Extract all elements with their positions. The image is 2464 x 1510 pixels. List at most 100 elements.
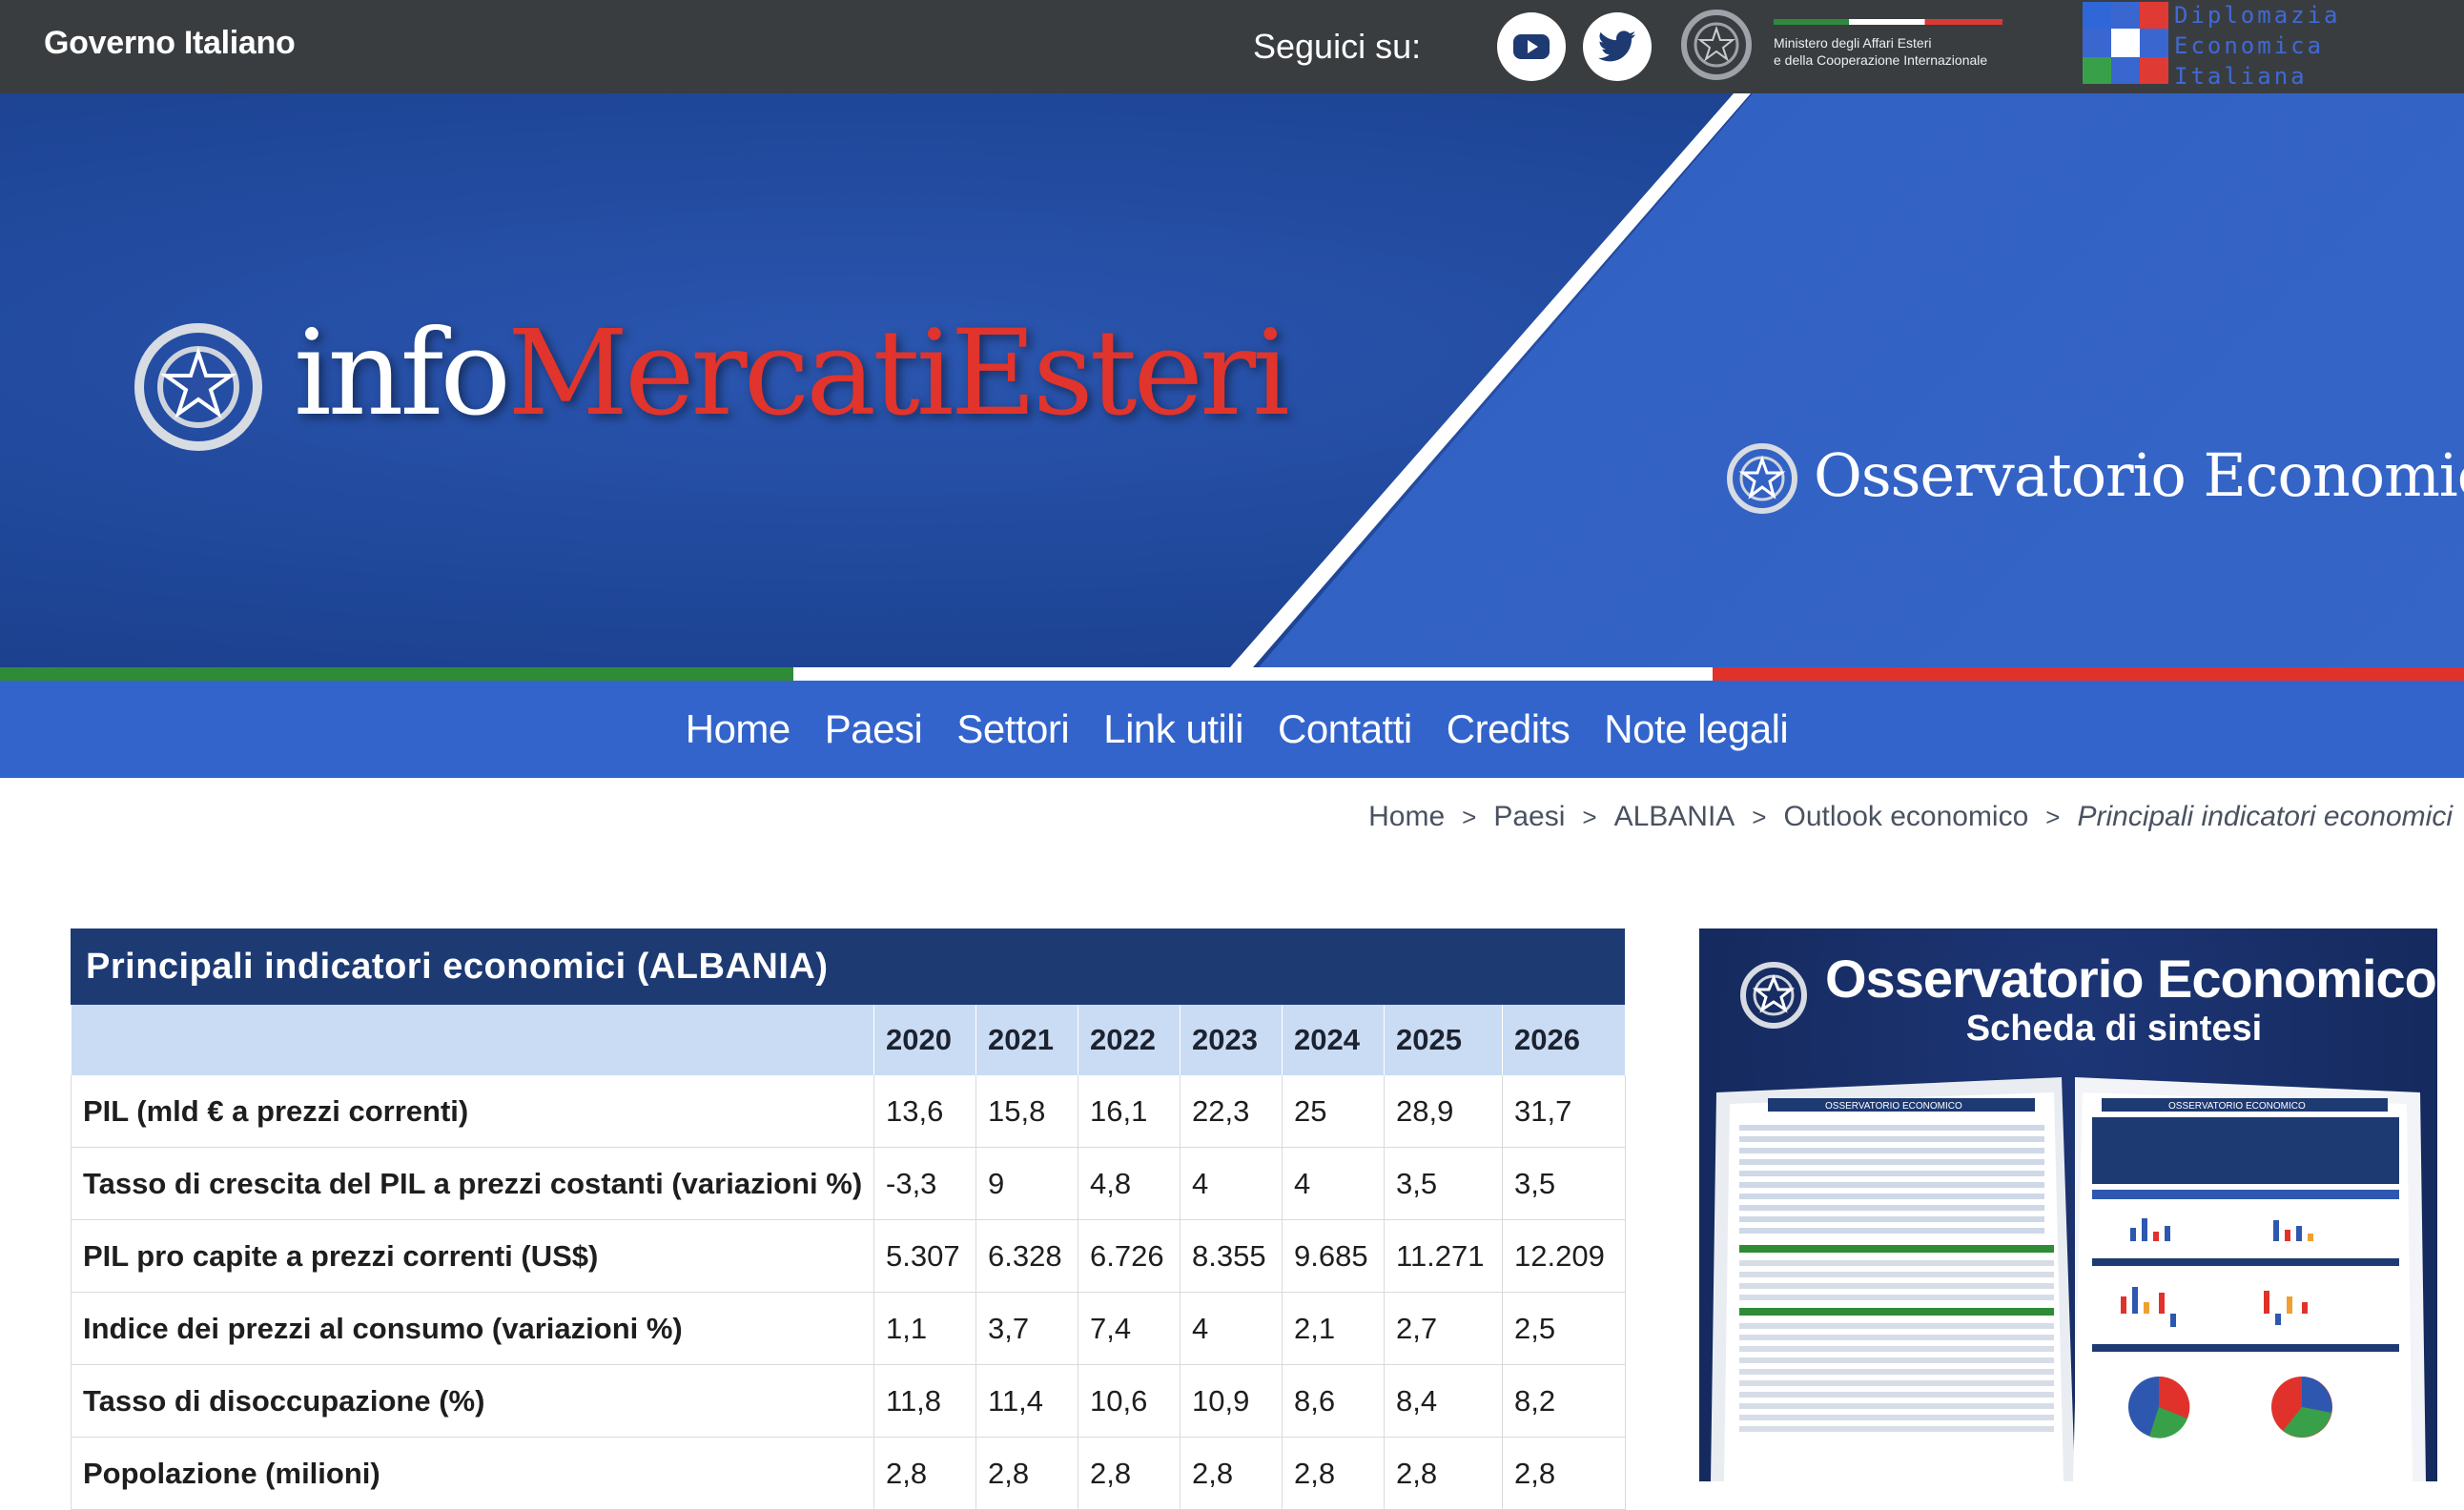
- table-cell: 28,9: [1384, 1075, 1503, 1148]
- table-cell: 8,4: [1384, 1364, 1503, 1438]
- nav-paesi[interactable]: Paesi: [825, 706, 923, 752]
- mae-logo[interactable]: Ministero degli Affari Esteri e della Co…: [1680, 2, 2023, 90]
- top-bar: Governo Italiano Seguici su: Ministero d…: [0, 0, 2464, 93]
- table-cell: 9.685: [1282, 1219, 1385, 1293]
- hero-title: infoMercatiEsteri: [294, 305, 1290, 442]
- dei-line-1: Diplomazia: [2174, 2, 2341, 29]
- breadcrumb-paesi[interactable]: Paesi: [1493, 801, 1565, 833]
- table-cell: 4: [1180, 1292, 1283, 1365]
- tricolor-green: [0, 667, 793, 681]
- table-header-year: 2026: [1502, 1005, 1626, 1075]
- table-cell: 3,5: [1502, 1147, 1626, 1220]
- republic-emblem-icon: [1681, 10, 1752, 80]
- breadcrumb-separator: >: [1752, 802, 1767, 831]
- table-cell: 2,8: [1384, 1437, 1503, 1510]
- table-header-year: 2022: [1078, 1005, 1181, 1075]
- table-cell: 16,1: [1078, 1075, 1181, 1148]
- table-cell: 7,4: [1078, 1292, 1181, 1365]
- table-cell: 2,8: [1078, 1437, 1181, 1510]
- twitter-button[interactable]: [1583, 12, 1652, 81]
- table-cell: 2,8: [1502, 1437, 1626, 1510]
- table-cell: 11,8: [873, 1364, 976, 1438]
- promo-title: Osservatorio Economico: [1825, 949, 2437, 1009]
- table-cell: 31,7: [1502, 1075, 1626, 1148]
- promo-subtitle: Scheda di sintesi: [1965, 1009, 2263, 1049]
- breadcrumb-current: Principali indicatori economici: [2077, 801, 2453, 832]
- table-header-year: 2021: [975, 1005, 1078, 1075]
- booklet-illustration: OSSERVATORIO ECONOMICO OSSERVATORIO ECON…: [1711, 1077, 2426, 1481]
- nav-contatti[interactable]: Contatti: [1278, 706, 1412, 752]
- governo-italiano-link[interactable]: Governo Italiano: [44, 25, 296, 62]
- tricolor-band: [0, 667, 2464, 681]
- nav-list: Home Paesi Settori Link utili Contatti C…: [0, 681, 2464, 778]
- tricolor-red: [1713, 667, 2464, 681]
- table-cell: 2,5: [1502, 1292, 1626, 1365]
- nav-note-legali[interactable]: Note legali: [1604, 706, 1788, 752]
- breadcrumb-separator: >: [2045, 802, 2061, 831]
- table-header-label: [71, 1005, 874, 1075]
- table-header-row: 2020 2021 2022 2023 2024 2025 2026: [71, 1005, 1626, 1075]
- table-cell: 2,8: [873, 1437, 976, 1510]
- indicators-table: 2020 2021 2022 2023 2024 2025 2026 PIL (…: [71, 1005, 1626, 1510]
- table-row: PIL (mld € a prezzi correnti) 13,6 15,8 …: [71, 1075, 1626, 1148]
- table-cell: 8,2: [1502, 1364, 1626, 1438]
- table-cell: 3,7: [975, 1292, 1078, 1365]
- dei-text: Diplomazia Economica Italiana: [2174, 0, 2341, 92]
- table-cell: 2,8: [1282, 1437, 1385, 1510]
- table-cell: 8,6: [1282, 1364, 1385, 1438]
- booklet-right-header: OSSERVATORIO ECONOMICO: [2168, 1101, 2306, 1112]
- table-row: PIL pro capite a prezzi correnti (US$) 5…: [71, 1219, 1626, 1293]
- main-nav: Home Paesi Settori Link utili Contatti C…: [0, 681, 2464, 778]
- table-cell: 15,8: [975, 1075, 1078, 1148]
- twitter-icon: [1598, 31, 1636, 62]
- table-cell: 6.328: [975, 1219, 1078, 1293]
- nav-settori[interactable]: Settori: [956, 706, 1069, 752]
- nav-credits[interactable]: Credits: [1447, 706, 1571, 752]
- breadcrumb-outlook[interactable]: Outlook economico: [1783, 801, 2028, 833]
- dei-line-2: Economica: [2174, 32, 2325, 59]
- indicators-panel: Principali indicatori economici (ALBANIA…: [71, 928, 1626, 1510]
- table-cell: -3,3: [873, 1147, 976, 1220]
- mae-flag-stripe: [1774, 19, 2002, 25]
- osservatorio-promo-card[interactable]: Osservatorio Economico Scheda di sintesi…: [1699, 928, 2437, 1481]
- dei-line-3: Italiana: [2174, 63, 2308, 90]
- breadcrumb-home[interactable]: Home: [1368, 801, 1445, 833]
- table-cell: 10,6: [1078, 1364, 1181, 1438]
- republic-emblem-icon: [134, 323, 262, 451]
- follow-us-label: Seguici su:: [1253, 27, 1422, 66]
- diplomazia-economica-logo[interactable]: Diplomazia Economica Italiana: [2083, 0, 2338, 93]
- nav-link-utili[interactable]: Link utili: [1103, 706, 1243, 752]
- breadcrumb-separator: >: [1462, 802, 1477, 831]
- table-cell: 8.355: [1180, 1219, 1283, 1293]
- breadcrumb: Home > Paesi > ALBANIA > Outlook economi…: [1368, 801, 2453, 833]
- table-cell: 2,8: [975, 1437, 1078, 1510]
- row-label: Indice dei prezzi al consumo (variazioni…: [71, 1292, 874, 1365]
- row-label: Popolazione (milioni): [71, 1437, 874, 1510]
- youtube-button[interactable]: [1497, 12, 1566, 81]
- table-cell: 4: [1180, 1147, 1283, 1220]
- tricolor-white: [793, 667, 1713, 681]
- table-cell: 9: [975, 1147, 1078, 1220]
- table-cell: 1,1: [873, 1292, 976, 1365]
- row-label: PIL (mld € a prezzi correnti): [71, 1075, 874, 1148]
- nav-home[interactable]: Home: [686, 706, 791, 752]
- mae-text: Ministero degli Affari Esteri e della Co…: [1774, 34, 1987, 69]
- table-row: Tasso di crescita del PIL a prezzi costa…: [71, 1147, 1626, 1220]
- booklet-left-header: OSSERVATORIO ECONOMICO: [1825, 1101, 1962, 1112]
- breadcrumb-separator: >: [1582, 802, 1597, 831]
- table-row: Popolazione (milioni) 2,8 2,8 2,8 2,8 2,…: [71, 1437, 1626, 1510]
- table-header-year: 2024: [1282, 1005, 1385, 1075]
- row-label: PIL pro capite a prezzi correnti (US$): [71, 1219, 874, 1293]
- table-cell: 11.271: [1384, 1219, 1503, 1293]
- hero-osservatorio-title: Osservatorio Economico: [1814, 440, 2464, 510]
- table-cell: 13,6: [873, 1075, 976, 1148]
- republic-emblem-icon: [1727, 443, 1797, 514]
- mae-line-2: e della Cooperazione Internazionale: [1774, 52, 1988, 68]
- table-cell: 3,5: [1384, 1147, 1503, 1220]
- table-row: Tasso di disoccupazione (%) 11,8 11,4 10…: [71, 1364, 1626, 1438]
- table-cell: 2,8: [1180, 1437, 1283, 1510]
- row-label: Tasso di disoccupazione (%): [71, 1364, 874, 1438]
- breadcrumb-albania[interactable]: ALBANIA: [1614, 801, 1735, 833]
- table-header-year: 2025: [1384, 1005, 1503, 1075]
- table-cell: 2,1: [1282, 1292, 1385, 1365]
